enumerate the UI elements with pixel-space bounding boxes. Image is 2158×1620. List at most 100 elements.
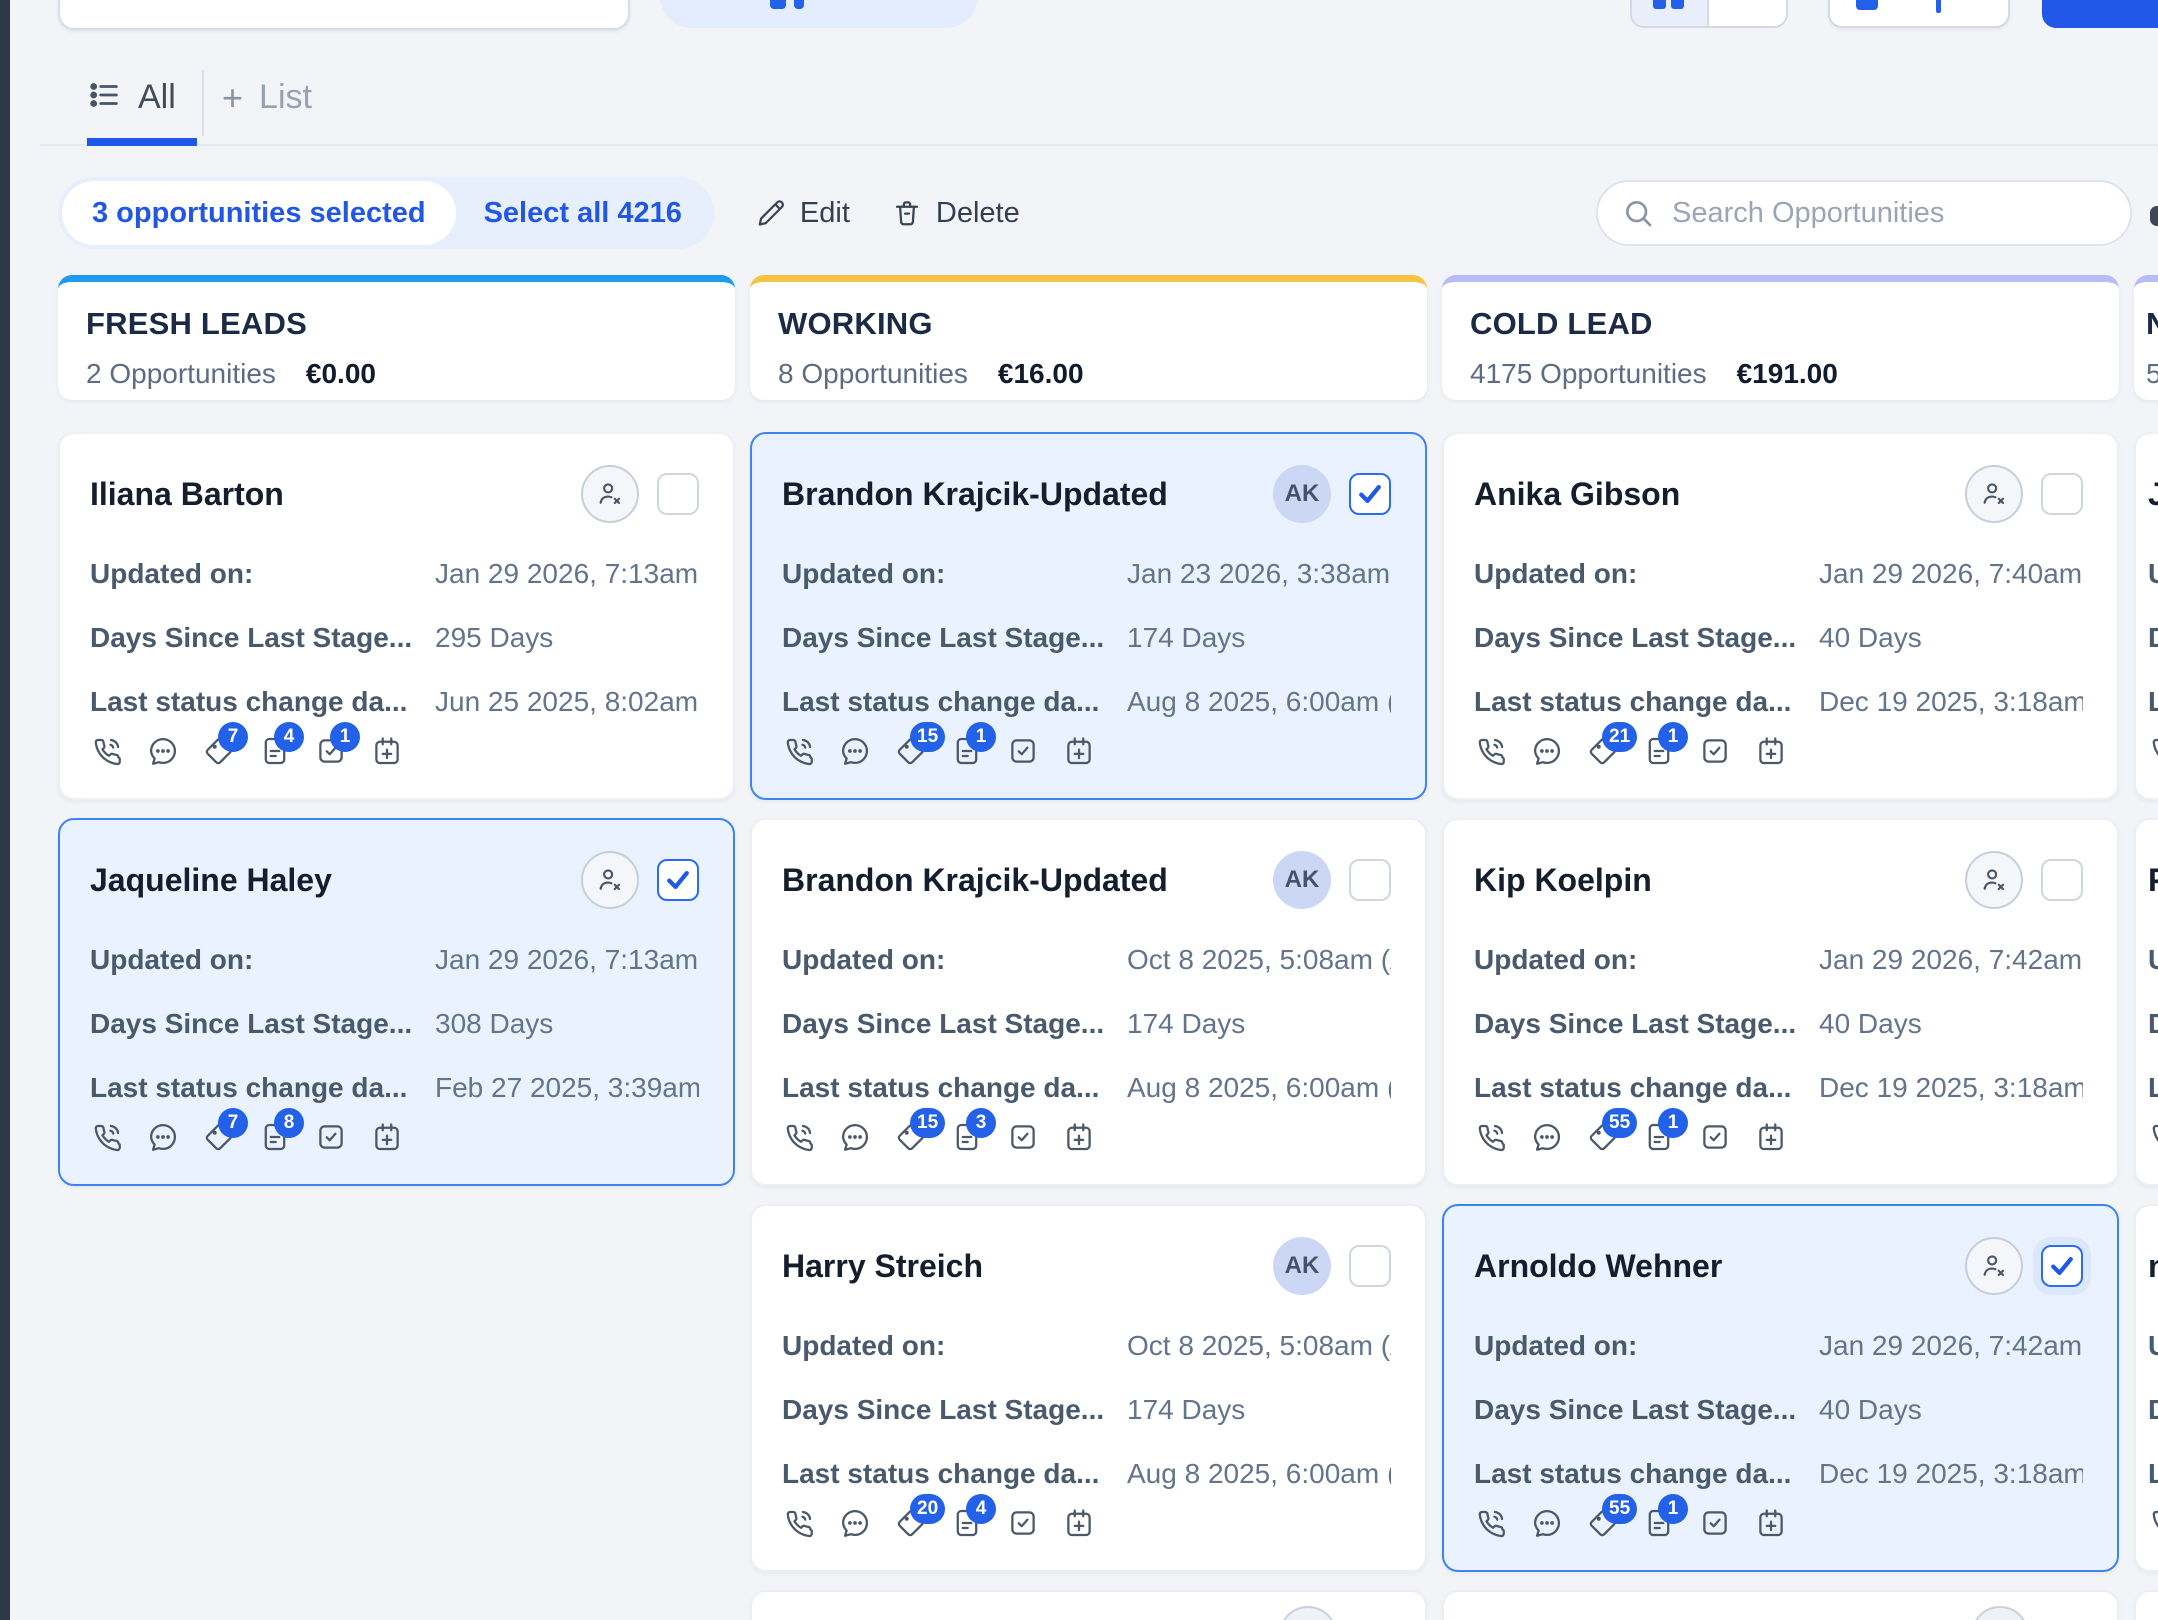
notes-action[interactable]: 4: [258, 734, 292, 768]
notes-action[interactable]: 4: [950, 1506, 984, 1540]
comment-action[interactable]: [146, 1120, 180, 1154]
search-opportunities-field[interactable]: [1596, 180, 2132, 246]
comment-action[interactable]: [1530, 1506, 1564, 1540]
schedule-action[interactable]: [1062, 734, 1096, 768]
opportunity-card-peek[interactable]: [2134, 1590, 2158, 1620]
assignee-avatar[interactable]: AK: [1273, 851, 1331, 909]
avatar-hint: [1971, 1606, 2029, 1620]
search-input[interactable]: [1672, 197, 2106, 230]
schedule-action[interactable]: [370, 1120, 404, 1154]
card-checkbox[interactable]: [2041, 1245, 2083, 1287]
unassigned-avatar-button[interactable]: [581, 465, 639, 523]
tab-list-label: List: [259, 78, 312, 117]
tags-action[interactable]: 7: [202, 734, 236, 768]
field-value: 174 Days: [1127, 622, 1391, 654]
tasks-action[interactable]: [1006, 734, 1040, 768]
notes-action[interactable]: 1: [1642, 1120, 1676, 1154]
comment-action[interactable]: [838, 1120, 872, 1154]
call-action[interactable]: [2148, 1120, 2158, 1154]
tasks-action[interactable]: [1006, 1506, 1040, 1540]
notes-action[interactable]: 1: [1642, 1506, 1676, 1540]
call-action[interactable]: [1474, 1120, 1508, 1154]
call-action[interactable]: [782, 1120, 816, 1154]
tags-action[interactable]: 15: [894, 734, 928, 768]
call-action[interactable]: [90, 1120, 124, 1154]
schedule-action[interactable]: [370, 734, 404, 768]
tab-add-list[interactable]: + List: [222, 78, 312, 117]
comment-action[interactable]: [1530, 734, 1564, 768]
opportunity-card[interactable]: Harry Streich AK Updated on: Oct 8 2025,…: [750, 1204, 1427, 1572]
comment-action[interactable]: [146, 734, 180, 768]
opportunity-card[interactable]: Brandon Krajcik-Updated AK Updated on: J…: [750, 432, 1427, 800]
unassigned-avatar-button[interactable]: [581, 851, 639, 909]
tab-all[interactable]: All: [88, 78, 176, 117]
schedule-action[interactable]: [1754, 1506, 1788, 1540]
tasks-action[interactable]: [1698, 1120, 1732, 1154]
call-action[interactable]: [1474, 1506, 1508, 1540]
call-action[interactable]: [782, 734, 816, 768]
notes-action[interactable]: 1: [1642, 734, 1676, 768]
tags-action[interactable]: 21: [1586, 734, 1620, 768]
opportunity-card[interactable]: P Updated on: Days Since Last Stage... L…: [2134, 818, 2158, 1186]
opportunity-card-peek[interactable]: [750, 1590, 1427, 1620]
tags-action[interactable]: 15: [894, 1120, 928, 1154]
card-header: J: [2148, 462, 2158, 526]
delete-button[interactable]: Delete: [892, 197, 1020, 230]
tags-action[interactable]: 55: [1586, 1506, 1620, 1540]
schedule-action[interactable]: [1062, 1506, 1096, 1540]
notes-action[interactable]: 1: [950, 734, 984, 768]
select-all-link[interactable]: Select all 4216: [456, 197, 710, 230]
call-action[interactable]: [1474, 734, 1508, 768]
card-checkbox[interactable]: [1349, 859, 1391, 901]
call-action[interactable]: [2148, 1506, 2158, 1540]
schedule-action[interactable]: [1754, 734, 1788, 768]
call-action[interactable]: [782, 1506, 816, 1540]
top-filter-pill-partial[interactable]: [660, 0, 978, 28]
opportunity-card[interactable]: Arnoldo Wehner Updated on: Jan 29 2026, …: [1442, 1204, 2119, 1572]
opportunity-card[interactable]: Anika Gibson Updated on: Jan 29 2026, 7:…: [1442, 432, 2119, 800]
edit-button[interactable]: Edit: [756, 197, 850, 230]
unassigned-avatar-button[interactable]: [1965, 851, 2023, 909]
card-checkbox[interactable]: [657, 473, 699, 515]
call-action[interactable]: [2148, 734, 2158, 768]
tasks-action[interactable]: 1: [314, 734, 348, 768]
tags-action[interactable]: 55: [1586, 1120, 1620, 1154]
schedule-action[interactable]: [1754, 1120, 1788, 1154]
unassigned-avatar-button[interactable]: [1965, 1237, 2023, 1295]
comment-action[interactable]: [838, 1506, 872, 1540]
call-action[interactable]: [90, 734, 124, 768]
tags-action[interactable]: 7: [202, 1120, 236, 1154]
card-checkbox[interactable]: [2041, 473, 2083, 515]
opportunity-card[interactable]: Iliana Barton Updated on: Jan 29 2026, 7…: [58, 432, 735, 800]
tags-action[interactable]: 20: [894, 1506, 928, 1540]
column-cards: Brandon Krajcik-Updated AK Updated on: J…: [750, 432, 1427, 1620]
comment-action[interactable]: [838, 734, 872, 768]
tasks-action[interactable]: [314, 1120, 348, 1154]
card-checkbox[interactable]: [657, 859, 699, 901]
comment-action[interactable]: [1530, 1120, 1564, 1154]
card-checkbox[interactable]: [1349, 1245, 1391, 1287]
opportunity-card[interactable]: Brandon Krajcik-Updated AK Updated on: O…: [750, 818, 1427, 1186]
opportunity-card[interactable]: n Updated on: Days Since Last Stage... L…: [2134, 1204, 2158, 1572]
top-search-input-partial[interactable]: [58, 0, 630, 30]
unassigned-avatar-button[interactable]: [1965, 465, 2023, 523]
notes-action[interactable]: 3: [950, 1120, 984, 1154]
opportunity-card[interactable]: J Updated on: Days Since Last Stage... L…: [2134, 432, 2158, 800]
column-header: N 5: [2134, 275, 2158, 400]
tasks-action[interactable]: [1006, 1120, 1040, 1154]
primary-action-button-partial[interactable]: [2042, 0, 2158, 28]
tasks-action[interactable]: [1698, 734, 1732, 768]
tasks-count-badge: 1: [330, 722, 360, 752]
card-checkbox[interactable]: [2041, 859, 2083, 901]
opportunity-card-peek[interactable]: [1442, 1590, 2119, 1620]
opportunity-card[interactable]: Jaqueline Haley Updated on: Jan 29 2026,…: [58, 818, 735, 1186]
schedule-action[interactable]: [1062, 1120, 1096, 1154]
opportunity-card[interactable]: Kip Koelpin Updated on: Jan 29 2026, 7:4…: [1442, 818, 2119, 1186]
tasks-action[interactable]: [1698, 1506, 1732, 1540]
column-count: 8 Opportunities: [778, 358, 968, 390]
assignee-avatar[interactable]: AK: [1273, 1237, 1331, 1295]
field-value: Jan 29 2026, 7:42am (...: [1819, 944, 2083, 976]
assignee-avatar[interactable]: AK: [1273, 465, 1331, 523]
card-checkbox[interactable]: [1349, 473, 1391, 515]
notes-action[interactable]: 8: [258, 1120, 292, 1154]
